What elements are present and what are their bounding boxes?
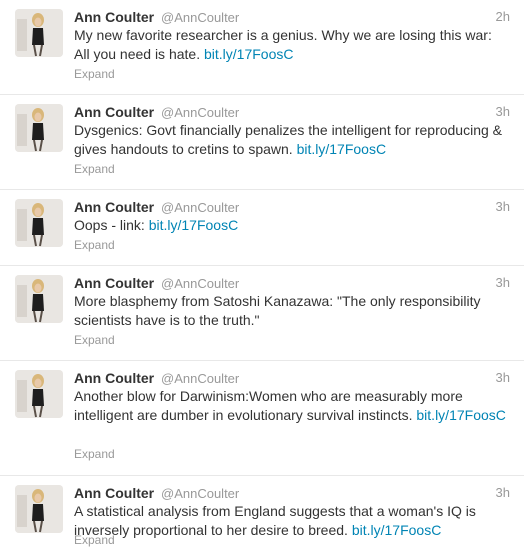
avatar[interactable] [15,199,63,247]
tweet-body: Another blow for Darwinism:Women who are… [74,388,463,423]
tweet-item[interactable]: Ann Coulter @AnnCoulter 3h More blasphem… [0,266,524,361]
author-name[interactable]: Ann Coulter [74,275,154,291]
author-name[interactable]: Ann Coulter [74,104,154,120]
expand-link[interactable]: Expand [74,237,115,253]
tweet-timestamp[interactable]: 3h [496,483,510,503]
author-handle[interactable]: @AnnCoulter [161,105,239,120]
author-name[interactable]: Ann Coulter [74,9,154,25]
tweet-timestamp[interactable]: 3h [496,102,510,122]
tweet-text: More blasphemy from Satoshi Kanazawa: "T… [74,292,510,330]
tweet-text: Another blow for Darwinism:Women who are… [74,387,510,425]
expand-link[interactable]: Expand [74,66,115,82]
author-handle[interactable]: @AnnCoulter [161,276,239,291]
tweet-text: Oops - link: bit.ly/17FoosC [74,216,510,235]
author-handle[interactable]: @AnnCoulter [161,10,239,25]
tweet-link[interactable]: bit.ly/17FoosC [149,217,238,233]
tweet-header: Ann Coulter @AnnCoulter 3h [74,368,510,388]
expand-link[interactable]: Expand [74,446,115,462]
tweet-item[interactable]: Ann Coulter @AnnCoulter 3h A statistical… [0,476,524,552]
avatar[interactable] [15,9,63,57]
tweet-text: Dysgenics: Govt financially penalizes th… [74,121,510,159]
author-name[interactable]: Ann Coulter [74,370,154,386]
tweet-timestamp[interactable]: 3h [496,273,510,293]
tweet-item[interactable]: Ann Coulter @AnnCoulter 3h Another blow … [0,361,524,476]
tweet-text: My new favorite researcher is a genius. … [74,26,510,64]
avatar[interactable] [15,104,63,152]
author-name[interactable]: Ann Coulter [74,485,154,501]
author-name[interactable]: Ann Coulter [74,199,154,215]
expand-link[interactable]: Expand [74,161,115,177]
tweet-timestamp[interactable]: 3h [496,368,510,388]
tweet-link[interactable]: bit.ly/17FoosC [416,407,505,423]
avatar[interactable] [15,275,63,323]
tweet-header: Ann Coulter @AnnCoulter 3h [74,197,510,217]
tweet-body: Dysgenics: Govt financially penalizes th… [74,122,503,157]
avatar[interactable] [15,485,63,533]
tweet-item[interactable]: Ann Coulter @AnnCoulter 3h Dysgenics: Go… [0,95,524,190]
tweet-header: Ann Coulter @AnnCoulter 3h [74,273,510,293]
tweet-body: Oops - link: [74,217,145,233]
tweet-link[interactable]: bit.ly/17FoosC [352,522,441,538]
tweet-header: Ann Coulter @AnnCoulter 3h [74,483,510,503]
tweet-text: A statistical analysis from England sugg… [74,502,510,540]
avatar[interactable] [15,370,63,418]
author-handle[interactable]: @AnnCoulter [161,486,239,501]
tweet-link[interactable]: bit.ly/17FoosC [297,141,386,157]
tweet-link[interactable]: bit.ly/17FoosC [204,46,293,62]
tweet-header: Ann Coulter @AnnCoulter 2h [74,7,510,27]
tweet-timestamp[interactable]: 2h [496,7,510,27]
tweet-header: Ann Coulter @AnnCoulter 3h [74,102,510,122]
expand-link[interactable]: Expand [74,332,115,348]
author-handle[interactable]: @AnnCoulter [161,371,239,386]
tweet-body: More blasphemy from Satoshi Kanazawa: "T… [74,293,481,328]
tweet-item[interactable]: Ann Coulter @AnnCoulter 3h Oops - link: … [0,190,524,266]
author-handle[interactable]: @AnnCoulter [161,200,239,215]
tweet-item[interactable]: Ann Coulter @AnnCoulter 2h My new favori… [0,0,524,95]
expand-link[interactable]: Expand [74,532,115,548]
tweet-timestamp[interactable]: 3h [496,197,510,217]
tweet-timeline: Ann Coulter @AnnCoulter 2h My new favori… [0,0,524,552]
